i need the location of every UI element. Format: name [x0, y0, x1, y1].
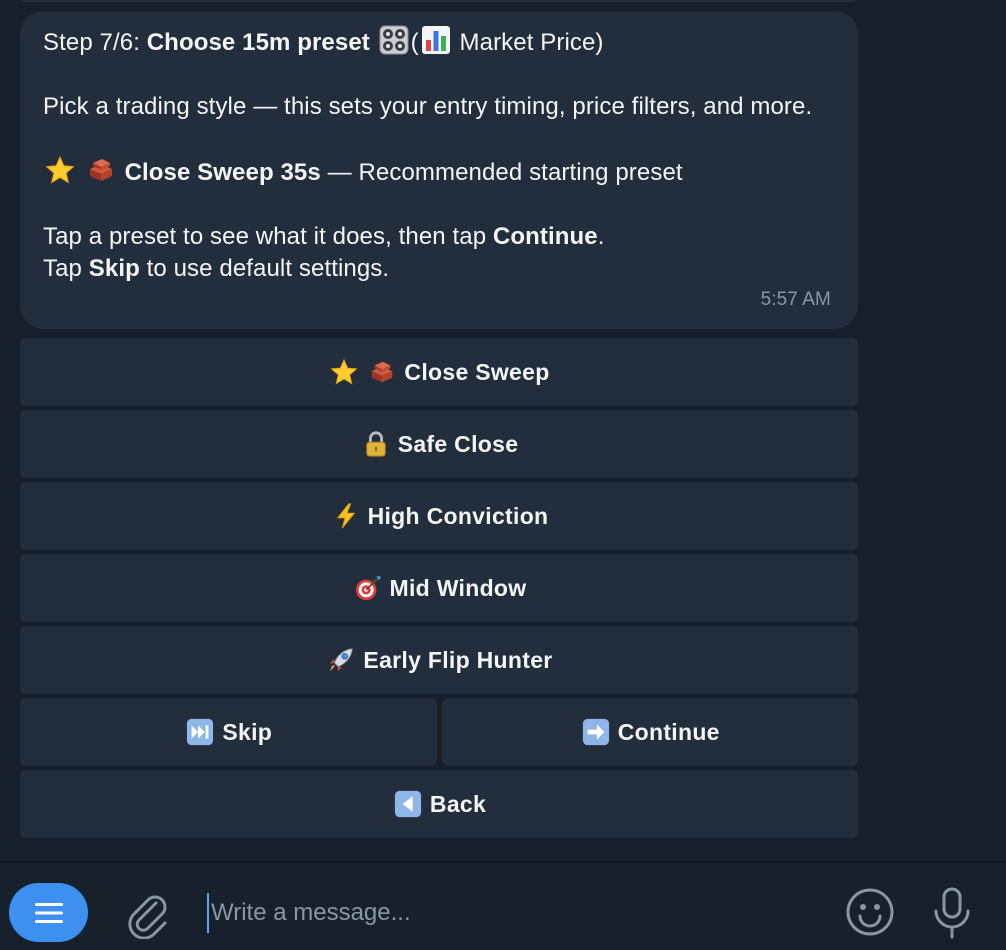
market-label: Market Price)	[459, 29, 604, 56]
skip-instruction-rest: to use default settings.	[139, 255, 390, 282]
message-intro: Pick a trading style — this sets your en…	[43, 93, 813, 120]
emoji-button[interactable]	[845, 887, 895, 937]
recommended-preset-note: — Recommended starting preset	[320, 159, 683, 186]
lock-icon	[362, 430, 390, 458]
chat-area: Step 7/6: Choose 15m preset ( Market Pri…	[0, 0, 1006, 862]
tap-instruction-period: .	[597, 223, 605, 250]
attach-button[interactable]	[125, 889, 171, 940]
bot-menu-button[interactable]	[9, 883, 88, 942]
back-label: Back	[429, 790, 487, 817]
smiley-icon	[846, 888, 894, 936]
bricks-icon	[86, 155, 116, 185]
back-arrow-icon	[394, 790, 422, 818]
mid-window-label: Mid Window	[389, 574, 527, 601]
fast-forward-icon	[186, 718, 214, 746]
early-flip-hunter-button[interactable]: Early Flip Hunter	[20, 626, 858, 694]
previous-message-edge	[20, 0, 858, 2]
message-input[interactable]	[207, 893, 811, 933]
recommended-preset-name: Close Sweep 35s	[124, 159, 321, 186]
tap-instruction: Tap a preset to see what it does, then t…	[43, 221, 834, 253]
control-knobs-icon	[379, 25, 409, 55]
close-sweep-label: Close Sweep	[404, 358, 550, 385]
tap-instruction-text: Tap a preset to see what it does, then t…	[43, 223, 493, 250]
message-composer	[0, 862, 1006, 950]
star-icon	[330, 358, 359, 386]
skip-instruction-skip: Skip	[88, 255, 140, 282]
bricks-icon	[368, 358, 396, 386]
close-sweep-button[interactable]: Close Sweep	[20, 338, 858, 406]
high-conviction-button[interactable]: High Conviction	[20, 482, 858, 550]
menu-icon	[34, 902, 63, 923]
continue-button[interactable]: Continue	[441, 698, 858, 766]
mid-window-button[interactable]: Mid Window	[20, 554, 858, 622]
recommended-line: Close Sweep 35s — Recommended starting p…	[43, 155, 834, 189]
early-flip-hunter-label: Early Flip Hunter	[363, 646, 553, 673]
skip-label: Skip	[222, 718, 273, 745]
message-title-line: Step 7/6: Choose 15m preset ( Market Pri…	[43, 25, 834, 59]
paperclip-icon	[128, 895, 167, 940]
preset-title: Choose 15m preset	[146, 29, 370, 56]
inline-keyboard: Close Sweep Safe Close High Conviction M…	[20, 338, 858, 842]
safe-close-label: Safe Close	[397, 430, 519, 457]
skip-button[interactable]: Skip	[20, 698, 437, 766]
safe-close-button[interactable]: Safe Close	[20, 410, 858, 478]
target-icon	[354, 574, 382, 602]
bot-message-bubble: Step 7/6: Choose 15m preset ( Market Pri…	[20, 11, 858, 329]
right-arrow-icon	[582, 718, 610, 746]
skip-instruction-text: Tap	[43, 255, 89, 282]
message-timestamp: 5:57 AM	[760, 289, 831, 310]
rocket-icon	[327, 646, 355, 674]
step-label: Step 7/6:	[43, 29, 147, 56]
bar-chart-icon	[421, 25, 451, 55]
back-button[interactable]: Back	[20, 770, 858, 838]
high-conviction-label: High Conviction	[367, 502, 549, 529]
skip-instruction: Tap Skip to use default settings.	[43, 253, 834, 285]
continue-label: Continue	[617, 718, 720, 745]
voice-record-button[interactable]	[930, 885, 974, 941]
microphone-icon	[934, 887, 970, 939]
lightning-icon	[332, 502, 360, 530]
star-icon	[45, 155, 75, 185]
paren-open: (	[410, 29, 419, 56]
tap-instruction-continue: Continue	[492, 223, 598, 250]
